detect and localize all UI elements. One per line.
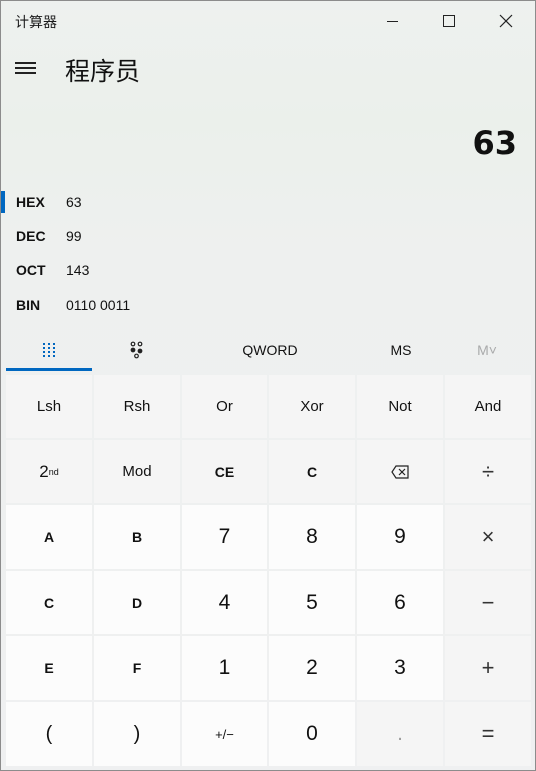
radix-label: BIN — [16, 297, 41, 313]
open-paren-button[interactable]: ( — [6, 702, 92, 766]
hex-b-button[interactable]: B — [94, 505, 180, 569]
radix-bin[interactable]: BIN 0110 0011 — [1, 292, 301, 320]
decimal-button[interactable]: . — [357, 702, 443, 766]
second-function-button[interactable]: 2nd — [6, 440, 92, 503]
radix-oct[interactable]: OCT 143 — [1, 257, 301, 285]
radix-label: HEX — [16, 194, 45, 210]
hex-f-button[interactable]: F — [94, 636, 180, 700]
radix-value: 63 — [66, 194, 82, 210]
xor-button[interactable]: Xor — [269, 375, 355, 438]
close-icon — [499, 14, 513, 28]
clear-entry-button[interactable]: CE — [182, 440, 267, 503]
digit-6-button[interactable]: 6 — [357, 571, 443, 634]
navigation-menu-button[interactable] — [15, 61, 37, 75]
radix-value: 99 — [66, 228, 82, 244]
not-button[interactable]: Not — [357, 375, 443, 438]
subtract-button[interactable]: − — [445, 571, 531, 634]
radix-value: 0110 0011 — [66, 297, 131, 313]
word-size-button[interactable]: QWORD — [201, 329, 339, 371]
maximize-icon — [443, 15, 455, 27]
second-label: 2 — [39, 461, 49, 481]
close-button[interactable] — [477, 1, 535, 41]
active-radix-indicator — [1, 191, 5, 213]
maximize-button[interactable] — [420, 1, 478, 41]
digit-4-button[interactable]: 4 — [182, 571, 267, 634]
title-bar[interactable]: 计算器 — [1, 1, 535, 41]
radix-label: DEC — [16, 228, 46, 244]
digit-0-button[interactable]: 0 — [269, 702, 355, 766]
mod-button[interactable]: Mod — [94, 440, 180, 503]
digit-3-button[interactable]: 3 — [357, 636, 443, 700]
hamburger-icon-line — [15, 67, 36, 69]
keypad-grid-icon — [43, 343, 55, 357]
digit-5-button[interactable]: 5 — [269, 571, 355, 634]
backspace-button[interactable] — [357, 440, 443, 503]
calculator-window: 计算器 程序员 63 HEX 63 DEC 99 OCT 143 BIN 011… — [0, 0, 536, 771]
memory-list-button[interactable]: M˅ — [445, 329, 529, 371]
divide-button[interactable]: ÷ — [445, 440, 531, 503]
digit-9-button[interactable]: 9 — [357, 505, 443, 569]
rsh-button[interactable]: Rsh — [94, 375, 180, 438]
lsh-button[interactable]: Lsh — [6, 375, 92, 438]
mode-title: 程序员 — [65, 57, 141, 86]
hex-c-button[interactable]: C — [6, 571, 92, 634]
radix-dec[interactable]: DEC 99 — [1, 223, 301, 251]
digit-1-button[interactable]: 1 — [182, 636, 267, 700]
radix-label: OCT — [16, 262, 46, 278]
tab-bit-toggling[interactable] — [93, 329, 181, 371]
memory-store-button[interactable]: MS — [361, 329, 441, 371]
active-tab-underline — [6, 368, 92, 371]
negate-button[interactable]: +/− — [182, 702, 267, 766]
result-display: 63 — [472, 124, 517, 162]
multiply-button[interactable]: × — [445, 505, 531, 569]
minimize-icon — [386, 20, 398, 22]
hamburger-icon — [15, 62, 36, 64]
clear-button[interactable]: C — [269, 440, 355, 503]
add-button[interactable]: + — [445, 636, 531, 700]
bit-toggle-icon — [130, 341, 143, 359]
close-paren-button[interactable]: ) — [94, 702, 180, 766]
tab-full-keypad[interactable] — [6, 329, 92, 371]
minimize-button[interactable] — [363, 1, 421, 41]
hex-e-button[interactable]: E — [6, 636, 92, 700]
or-button[interactable]: Or — [182, 375, 267, 438]
radix-hex[interactable]: HEX 63 — [1, 189, 301, 217]
hex-d-button[interactable]: D — [94, 571, 180, 634]
backspace-icon — [391, 464, 409, 479]
equals-button[interactable]: = — [445, 702, 531, 766]
radix-value: 143 — [66, 262, 90, 278]
app-title: 计算器 — [15, 15, 57, 31]
digit-2-button[interactable]: 2 — [269, 636, 355, 700]
second-superscript: nd — [48, 466, 59, 477]
digit-8-button[interactable]: 8 — [269, 505, 355, 569]
digit-7-button[interactable]: 7 — [182, 505, 267, 569]
hex-a-button[interactable]: A — [6, 505, 92, 569]
hamburger-icon-line — [15, 72, 36, 74]
and-button[interactable]: And — [445, 375, 531, 438]
